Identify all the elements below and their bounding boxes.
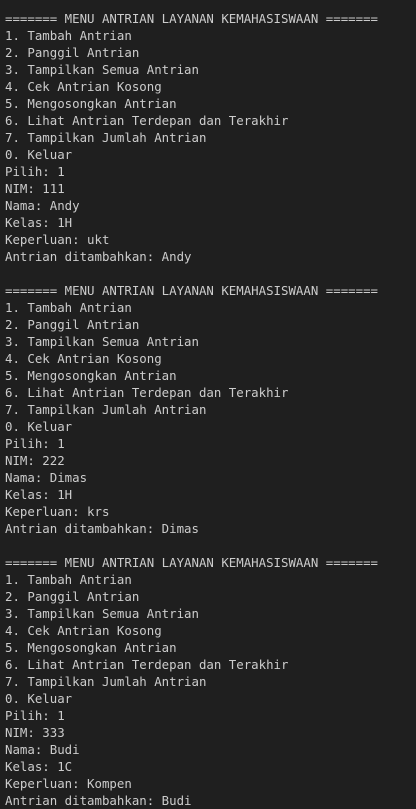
kelas-prompt: Kelas: 1H	[5, 487, 73, 502]
menu-option: 7. Tampilkan Jumlah Antrian	[5, 130, 207, 145]
menu-option: 3. Tampilkan Semua Antrian	[5, 62, 199, 77]
result-message: Antrian ditambahkan: Budi	[5, 793, 192, 808]
menu-option: 1. Tambah Antrian	[5, 300, 132, 315]
keperluan-prompt: Keperluan: Kompen	[5, 776, 132, 791]
kelas-prompt: Kelas: 1C	[5, 759, 73, 774]
pilih-prompt: Pilih: 1	[5, 436, 65, 451]
menu-option: 4. Cek Antrian Kosong	[5, 79, 162, 94]
menu-option: 3. Tampilkan Semua Antrian	[5, 606, 199, 621]
keperluan-prompt: Keperluan: ukt	[5, 232, 110, 247]
menu-option: 7. Tampilkan Jumlah Antrian	[5, 674, 207, 689]
menu-option: 0. Keluar	[5, 691, 73, 706]
menu-option: 2. Panggil Antrian	[5, 317, 140, 332]
nim-prompt: NIM: 111	[5, 181, 65, 196]
menu-option: 6. Lihat Antrian Terdepan dan Terakhir	[5, 385, 289, 400]
menu-session: ======= MENU ANTRIAN LAYANAN KEMAHASISWA…	[5, 282, 416, 537]
pilih-prompt: Pilih: 1	[5, 708, 65, 723]
nama-prompt: Nama: Dimas	[5, 470, 88, 485]
menu-option: 2. Panggil Antrian	[5, 589, 140, 604]
nama-prompt: Nama: Andy	[5, 198, 80, 213]
pilih-prompt: Pilih: 1	[5, 164, 65, 179]
menu-option: 3. Tampilkan Semua Antrian	[5, 334, 199, 349]
menu-option: 0. Keluar	[5, 419, 73, 434]
result-message: Antrian ditambahkan: Andy	[5, 249, 192, 264]
nim-prompt: NIM: 222	[5, 453, 65, 468]
result-message: Antrian ditambahkan: Dimas	[5, 521, 199, 536]
menu-session: ======= MENU ANTRIAN LAYANAN KEMAHASISWA…	[5, 554, 416, 809]
menu-option: 7. Tampilkan Jumlah Antrian	[5, 402, 207, 417]
menu-option: 6. Lihat Antrian Terdepan dan Terakhir	[5, 113, 289, 128]
menu-option: 5. Mengosongkan Antrian	[5, 96, 177, 111]
nama-prompt: Nama: Budi	[5, 742, 80, 757]
keperluan-prompt: Keperluan: krs	[5, 504, 110, 519]
menu-header: ======= MENU ANTRIAN LAYANAN KEMAHASISWA…	[5, 283, 378, 298]
menu-header: ======= MENU ANTRIAN LAYANAN KEMAHASISWA…	[5, 555, 378, 570]
menu-header: ======= MENU ANTRIAN LAYANAN KEMAHASISWA…	[5, 11, 378, 26]
menu-option: 2. Panggil Antrian	[5, 45, 140, 60]
nim-prompt: NIM: 333	[5, 725, 65, 740]
terminal-output[interactable]: ======= MENU ANTRIAN LAYANAN KEMAHASISWA…	[0, 0, 416, 809]
menu-session: ======= MENU ANTRIAN LAYANAN KEMAHASISWA…	[5, 10, 416, 265]
menu-option: 5. Mengosongkan Antrian	[5, 368, 177, 383]
menu-option: 0. Keluar	[5, 147, 73, 162]
kelas-prompt: Kelas: 1H	[5, 215, 73, 230]
menu-option: 1. Tambah Antrian	[5, 572, 132, 587]
menu-option: 4. Cek Antrian Kosong	[5, 623, 162, 638]
menu-option: 1. Tambah Antrian	[5, 28, 132, 43]
menu-option: 4. Cek Antrian Kosong	[5, 351, 162, 366]
menu-option: 5. Mengosongkan Antrian	[5, 640, 177, 655]
menu-option: 6. Lihat Antrian Terdepan dan Terakhir	[5, 657, 289, 672]
